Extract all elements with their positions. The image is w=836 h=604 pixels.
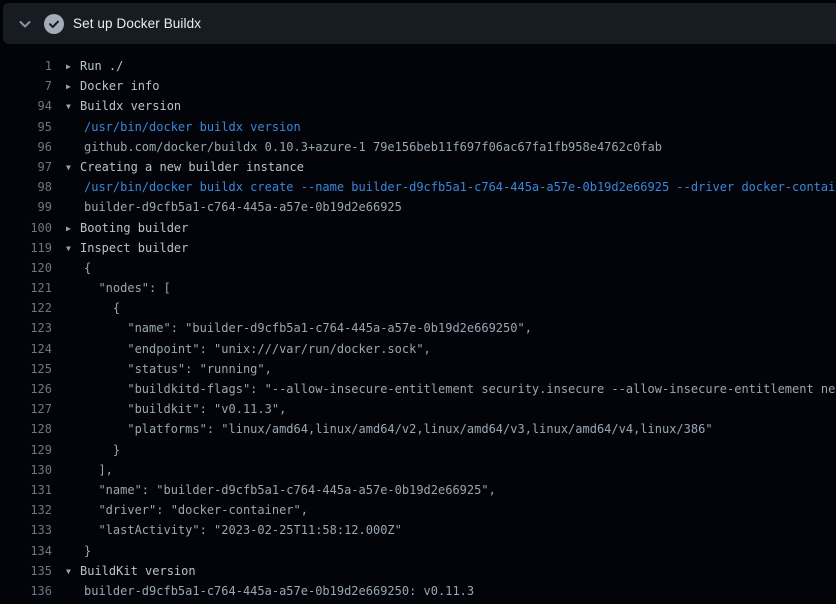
output-text: "nodes": [ xyxy=(84,278,171,298)
log-line[interactable]: 100 ▶Booting builder xyxy=(0,218,836,238)
output-text: "lastActivity": "2023-02-25T11:58:12.000… xyxy=(84,520,402,540)
command-text: /usr/bin/docker buildx create --name bui… xyxy=(84,177,836,197)
log-line: 122 { xyxy=(0,298,836,318)
output-text: } xyxy=(84,440,120,460)
log-line: 126 "buildkitd-flags": "--allow-insecure… xyxy=(0,379,836,399)
line-number[interactable]: 132 xyxy=(0,500,52,520)
log-line: 131 "name": "builder-d9cfb5a1-c764-445a-… xyxy=(0,480,836,500)
group-expanded-icon[interactable]: ▼ xyxy=(66,562,80,581)
log-line: 129 } xyxy=(0,440,836,460)
log-line: 136 builder-d9cfb5a1-c764-445a-a57e-0b19d… xyxy=(0,581,836,601)
group-expanded-icon[interactable]: ▼ xyxy=(66,97,80,116)
group-title[interactable]: ▶Booting builder xyxy=(66,218,188,238)
line-number[interactable]: 7 xyxy=(0,76,52,96)
line-number[interactable]: 95 xyxy=(0,117,52,137)
line-number[interactable]: 96 xyxy=(0,137,52,157)
log-line[interactable]: 94 ▼Buildx version xyxy=(0,96,836,116)
log-line: 95/usr/bin/docker buildx version xyxy=(0,117,836,137)
group-title[interactable]: ▶Docker info xyxy=(66,76,159,96)
line-number[interactable]: 120 xyxy=(0,258,52,278)
output-text: { xyxy=(84,298,120,318)
line-number[interactable]: 97 xyxy=(0,157,52,177)
log-lines: 1▶Run ./7▶Docker info94▼Buildx version95… xyxy=(0,56,836,601)
output-text: "buildkit": "v0.11.3", xyxy=(84,399,286,419)
line-number[interactable]: 135 xyxy=(0,561,52,581)
log-line[interactable]: 1 ▶Run ./ xyxy=(0,56,836,76)
log-line: 125 "status": "running", xyxy=(0,359,836,379)
log-line: 120 { xyxy=(0,258,836,278)
output-text: github.com/docker/buildx 0.10.3+azure-1 … xyxy=(84,137,662,157)
line-number[interactable]: 125 xyxy=(0,359,52,379)
line-number[interactable]: 133 xyxy=(0,520,52,540)
line-number[interactable]: 1 xyxy=(0,56,52,76)
line-number[interactable]: 121 xyxy=(0,278,52,298)
log-line: 128 "platforms": "linux/amd64,linux/amd6… xyxy=(0,419,836,439)
command-text: /usr/bin/docker buildx version xyxy=(84,117,301,137)
output-text: "name": "builder-d9cfb5a1-c764-445a-a57e… xyxy=(84,318,532,338)
group-title[interactable]: ▼BuildKit version xyxy=(66,561,196,581)
group-expanded-icon[interactable]: ▼ xyxy=(66,239,80,258)
log-line: 123 "name": "builder-d9cfb5a1-c764-445a-… xyxy=(0,318,836,338)
line-number[interactable]: 98 xyxy=(0,177,52,197)
line-number[interactable]: 123 xyxy=(0,318,52,338)
group-title[interactable]: ▶Run ./ xyxy=(66,56,123,76)
log-line: 124 "endpoint": "unix:///var/run/docker.… xyxy=(0,339,836,359)
line-number[interactable]: 119 xyxy=(0,238,52,258)
log-line[interactable]: 135 ▼BuildKit version xyxy=(0,561,836,581)
output-text: { xyxy=(84,258,91,278)
step-header[interactable]: Set up Docker Buildx xyxy=(3,3,836,44)
output-text: "buildkitd-flags": "--allow-insecure-ent… xyxy=(84,379,836,399)
output-text: "endpoint": "unix:///var/run/docker.sock… xyxy=(84,339,431,359)
line-number[interactable]: 124 xyxy=(0,339,52,359)
group-collapsed-icon[interactable]: ▶ xyxy=(66,57,80,76)
group-title[interactable]: ▼Creating a new builder instance xyxy=(66,157,304,177)
step-title: Set up Docker Buildx xyxy=(73,16,201,31)
line-number[interactable]: 131 xyxy=(0,480,52,500)
line-number[interactable]: 126 xyxy=(0,379,52,399)
log-line: 96 github.com/docker/buildx 0.10.3+azure-… xyxy=(0,137,836,157)
output-text: } xyxy=(84,541,91,561)
line-number[interactable]: 94 xyxy=(0,96,52,116)
output-text: "name": "builder-d9cfb5a1-c764-445a-a57e… xyxy=(84,480,496,500)
group-collapsed-icon[interactable]: ▶ xyxy=(66,219,80,238)
log-line: 98/usr/bin/docker buildx create --name b… xyxy=(0,177,836,197)
log-line: 121 "nodes": [ xyxy=(0,278,836,298)
check-circle-icon xyxy=(44,14,64,34)
line-number[interactable]: 100 xyxy=(0,218,52,238)
group-title[interactable]: ▼Inspect builder xyxy=(66,238,188,258)
output-text: ], xyxy=(84,460,113,480)
line-number[interactable]: 130 xyxy=(0,460,52,480)
log-line[interactable]: 97 ▼Creating a new builder instance xyxy=(0,157,836,177)
log-line: 130 ], xyxy=(0,460,836,480)
chevron-down-icon[interactable] xyxy=(17,16,33,32)
line-number[interactable]: 134 xyxy=(0,541,52,561)
line-number[interactable]: 136 xyxy=(0,581,52,601)
line-number[interactable]: 122 xyxy=(0,298,52,318)
line-number[interactable]: 129 xyxy=(0,440,52,460)
group-collapsed-icon[interactable]: ▶ xyxy=(66,77,80,96)
output-text: "status": "running", xyxy=(84,359,272,379)
group-title[interactable]: ▼Buildx version xyxy=(66,96,181,116)
log-line: 133 "lastActivity": "2023-02-25T11:58:12… xyxy=(0,520,836,540)
output-text: "driver": "docker-container", xyxy=(84,500,308,520)
output-text: builder-d9cfb5a1-c764-445a-a57e-0b19d2e6… xyxy=(84,581,474,601)
log-line[interactable]: 119 ▼Inspect builder xyxy=(0,238,836,258)
log-line: 132 "driver": "docker-container", xyxy=(0,500,836,520)
output-text: "platforms": "linux/amd64,linux/amd64/v2… xyxy=(84,419,713,439)
log-line: 99 builder-d9cfb5a1-c764-445a-a57e-0b19d2… xyxy=(0,197,836,217)
output-text: builder-d9cfb5a1-c764-445a-a57e-0b19d2e6… xyxy=(84,197,402,217)
line-number[interactable]: 99 xyxy=(0,197,52,217)
line-number[interactable]: 128 xyxy=(0,419,52,439)
log-line: 134} xyxy=(0,541,836,561)
log-line: 127 "buildkit": "v0.11.3", xyxy=(0,399,836,419)
line-number[interactable]: 127 xyxy=(0,399,52,419)
log-line[interactable]: 7 ▶Docker info xyxy=(0,76,836,96)
group-expanded-icon[interactable]: ▼ xyxy=(66,158,80,177)
